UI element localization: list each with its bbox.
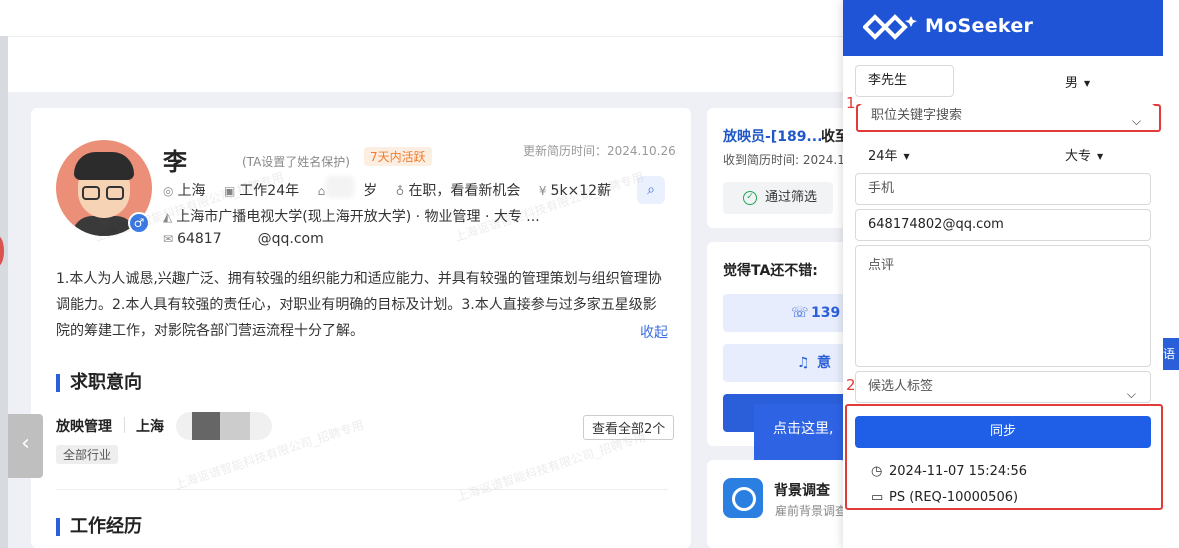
education-row: ◭ 上海市广播电视大学(现上海开放大学) · 物业管理 · 大专 ... bbox=[163, 206, 540, 226]
annotation-marker-1: 1 bbox=[846, 94, 856, 112]
info-email-prefix: 64817 bbox=[177, 231, 222, 247]
caret-down-icon: ▼ bbox=[903, 152, 910, 161]
info-age: 岁 bbox=[363, 183, 378, 199]
cake-icon: ⌂ bbox=[317, 184, 326, 198]
comment-textarea[interactable]: 点评 bbox=[855, 245, 1151, 367]
call-phone-button[interactable]: ☏ 139 bbox=[723, 294, 847, 332]
education-value: 大专 bbox=[1065, 149, 1092, 164]
check-circle-icon: ✓ bbox=[743, 191, 757, 205]
graduation-cap-icon: ◭ bbox=[163, 210, 173, 224]
requisition-row: ▭ PS (REQ-10000506) bbox=[871, 490, 1018, 505]
candidate-tags-placeholder: 候选人标签 bbox=[868, 379, 934, 394]
male-icon: ♂ bbox=[128, 212, 150, 234]
clock-icon: ◷ bbox=[871, 464, 883, 479]
candidate-name: 李 bbox=[163, 148, 187, 176]
job-intent-title: 求职意向 bbox=[56, 374, 142, 392]
side-tab-overlay[interactable]: 语 bbox=[1163, 338, 1179, 370]
sync-timestamp: 2024-11-07 15:24:56 bbox=[889, 464, 1028, 479]
view-all-intents-button[interactable]: 查看全部2个 bbox=[583, 415, 675, 440]
self-summary: 1.本人为人诚恳,兴趣广泛、拥有较强的组织能力和适应能力、并具有较强的管理策划与… bbox=[56, 271, 662, 339]
active-badge: 7天内活跃 bbox=[364, 147, 432, 166]
section-divider bbox=[56, 489, 668, 490]
pass-screening-label: 通过筛选 bbox=[765, 190, 818, 205]
name-mask bbox=[190, 146, 232, 174]
intent-mask-dark bbox=[192, 412, 220, 440]
gender-select[interactable]: 男 ▼ bbox=[1065, 72, 1090, 91]
gender-value: 男 bbox=[1065, 76, 1079, 91]
industry-tag: 全部行业 bbox=[56, 445, 119, 464]
phone-number-partial: 139 bbox=[811, 305, 841, 321]
candidate-tags-select[interactable]: 候选人标签 ⌵ bbox=[855, 371, 1151, 403]
info-city: 上海 bbox=[177, 183, 206, 199]
requisition-id: PS (REQ-10000506) bbox=[889, 490, 1019, 505]
job-keyword-select[interactable]: 职位关键字搜索 ⌵ bbox=[859, 104, 1155, 130]
interest-button[interactable]: ♫ 意 bbox=[723, 344, 847, 382]
comment-placeholder: 点评 bbox=[868, 258, 895, 273]
salary-icon: ¥ bbox=[538, 184, 547, 198]
background-check-subtitle: 雇前背景调查 bbox=[775, 504, 848, 518]
intent-divider bbox=[124, 417, 125, 433]
location-icon: ◎ bbox=[163, 184, 174, 198]
brand-name: MoSeeker bbox=[925, 15, 1034, 37]
interest-label-partial: 意 bbox=[817, 355, 831, 371]
resume-update-time: 更新简历时间：2024.10.26 bbox=[523, 144, 676, 158]
moseeker-plugin-panel: MoSeeker 李先生 男 ▼ 1 职位关键字搜索 ⌵ 24年 ▼ 大专 ▼ 手机 … bbox=[843, 0, 1163, 548]
info-experience: 工作24年 bbox=[239, 183, 300, 199]
sync-button[interactable]: 同步 bbox=[855, 416, 1151, 448]
job-keyword-placeholder: 职位关键字搜索 bbox=[871, 108, 963, 123]
contact-card-title: 觉得TA还不错: bbox=[723, 263, 818, 279]
left-overlay-strip bbox=[0, 36, 8, 548]
caret-down-icon: ▼ bbox=[1097, 152, 1104, 161]
intent-position: 放映管理 bbox=[56, 419, 112, 435]
info-status: 在职，看看新机会 bbox=[408, 183, 521, 199]
sync-timestamp-row: ◷ 2024-11-07 15:24:56 bbox=[871, 464, 1027, 479]
info-email-suffix: @qq.com bbox=[257, 231, 324, 247]
info-education: 上海市广播电视大学(现上海开放大学) · 物业管理 · 大专 ... bbox=[176, 209, 540, 225]
candidate-name-field[interactable]: 李先生 bbox=[855, 65, 954, 97]
job-title-link[interactable]: 放映员-[189... bbox=[723, 126, 822, 146]
name-protection-note: (TA设置了姓名保护) bbox=[242, 155, 350, 169]
page-scrollbar[interactable] bbox=[1163, 0, 1179, 548]
plugin-header: MoSeeker bbox=[843, 0, 1163, 56]
phone-icon: ☏ bbox=[791, 305, 809, 321]
chevron-down-icon: ⌵ bbox=[1131, 114, 1141, 128]
briefcase-icon: ▣ bbox=[223, 184, 236, 198]
received-time: 收到简历时间: 2024.10 bbox=[723, 153, 853, 167]
pass-screening-button[interactable]: ✓ 通过筛选 bbox=[723, 182, 833, 214]
briefcase-icon: ▭ bbox=[871, 490, 884, 505]
status-icon: ♁ bbox=[395, 184, 405, 198]
phone-field[interactable]: 手机 bbox=[855, 173, 1151, 205]
education-select[interactable]: 大专 ▼ bbox=[1065, 145, 1103, 164]
age-mask bbox=[326, 176, 354, 198]
background-check-icon bbox=[723, 478, 763, 518]
work-experience-title: 工作经历 bbox=[56, 518, 142, 536]
background-check-title: 背景调查 bbox=[774, 483, 830, 499]
chevron-left-icon: ‹ bbox=[21, 431, 30, 456]
basic-info-row: ◎ 上海 ▣ 工作24年 ⌂ 岁 ♁ 在职，看看新机会 ¥5k×12薪 bbox=[163, 180, 611, 200]
info-salary: 5k×12薪 bbox=[550, 183, 612, 199]
intent-mask-light bbox=[220, 412, 250, 440]
age-value: 24年 bbox=[868, 149, 898, 164]
email-row: ✉ 64817 @qq.com bbox=[163, 231, 324, 247]
caret-down-icon: ▼ bbox=[1084, 79, 1091, 88]
resume-search-icon[interactable]: ⌕ bbox=[637, 176, 665, 204]
previous-candidate-button[interactable]: ‹ bbox=[8, 414, 43, 478]
email-field[interactable]: 648174802@qq.com bbox=[855, 209, 1151, 241]
intent-city: 上海 bbox=[136, 419, 164, 435]
collapse-link[interactable]: 收起 bbox=[640, 322, 668, 342]
headphones-icon: ♫ bbox=[797, 355, 810, 371]
mail-icon: ✉ bbox=[163, 232, 174, 246]
moseeker-logo-icon bbox=[863, 14, 917, 40]
age-select[interactable]: 24年 ▼ bbox=[868, 145, 910, 164]
